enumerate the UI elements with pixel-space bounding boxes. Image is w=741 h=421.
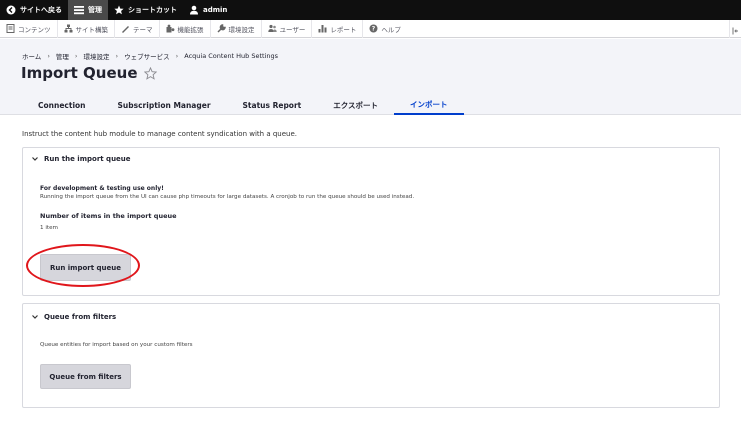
breadcrumb-content-hub-settings[interactable]: Acquia Content Hub Settings xyxy=(184,52,278,60)
menu-item-label: ヘルプ xyxy=(381,25,401,34)
chevron-down-icon xyxy=(31,155,39,163)
structure-icon xyxy=(64,24,73,33)
menu-item-reports[interactable]: レポート xyxy=(312,19,364,38)
highlight-ellipse xyxy=(26,244,140,287)
back-to-site-label: サイトへ戻る xyxy=(20,6,62,14)
breadcrumb-config[interactable]: 環境設定 xyxy=(84,51,110,61)
menu-item-content[interactable]: コンテンツ xyxy=(0,19,58,38)
shortcut-star-icon[interactable] xyxy=(143,66,157,80)
shortcuts-label: ショートカット xyxy=(128,6,177,14)
menu-item-label: 環境設定 xyxy=(228,25,255,34)
menu-item-label: コンテンツ xyxy=(18,25,51,34)
tab-export[interactable]: エクスポート xyxy=(317,95,394,115)
breadcrumb-web-services[interactable]: ウェブサービス xyxy=(124,51,170,61)
appearance-icon xyxy=(121,24,130,33)
queue-from-filters-panel-header[interactable]: Queue from filters xyxy=(23,304,719,330)
menu-item-help[interactable]: ? ヘルプ xyxy=(363,20,407,38)
queue-count-value: 1 item xyxy=(40,225,58,231)
menu-item-label: ユーザー xyxy=(279,25,306,34)
tab-connection[interactable]: Connection xyxy=(22,95,102,115)
hamburger-icon xyxy=(74,5,84,15)
menu-item-appearance[interactable]: テーマ xyxy=(115,19,160,38)
import-queue-panel-header[interactable]: Run the import queue xyxy=(23,148,719,170)
queue-count-label: Number of items in the import queue xyxy=(40,212,177,220)
user-name: admin xyxy=(203,6,228,14)
manage-tray-toggle[interactable]: 管理 xyxy=(68,0,108,20)
breadcrumb-separator: › xyxy=(47,52,50,60)
manage-label: 管理 xyxy=(88,6,102,14)
people-icon xyxy=(267,24,277,33)
back-to-site-link[interactable]: サイトへ戻る xyxy=(0,0,68,20)
queue-filters-description: Queue entities for import based on your … xyxy=(40,342,193,348)
queue-from-filters-panel: Queue from filters Queue entities for im… xyxy=(22,303,720,408)
svg-text:?: ? xyxy=(372,26,376,33)
content-icon xyxy=(6,24,15,33)
collapse-icon xyxy=(732,20,739,39)
menu-item-people[interactable]: ユーザー xyxy=(262,19,313,38)
page-title: Import Queue xyxy=(21,64,138,82)
menu-item-structure[interactable]: サイト構築 xyxy=(58,19,115,38)
page-title-row: Import Queue xyxy=(21,64,157,82)
menu-item-label: レポート xyxy=(330,25,357,34)
reports-icon xyxy=(318,24,327,33)
breadcrumb-home[interactable]: ホーム xyxy=(22,51,41,61)
dev-warning-title: For development & testing use only! xyxy=(40,185,164,192)
shortcuts-tray-toggle[interactable]: ショートカット xyxy=(108,0,183,20)
star-icon xyxy=(114,5,124,15)
page-intro-text: Instruct the content hub module to manag… xyxy=(22,130,297,138)
back-arrow-icon xyxy=(6,5,16,15)
menu-item-config[interactable]: 環境設定 xyxy=(211,19,262,38)
primary-tabs: Connection Subscription Manager Status R… xyxy=(22,95,464,115)
menu-item-label: テーマ xyxy=(133,25,153,34)
breadcrumb-separator: › xyxy=(175,52,179,60)
tab-status-report[interactable]: Status Report xyxy=(227,95,318,115)
admin-toolbar: サイトへ戻る 管理 ショートカット admin xyxy=(0,0,741,20)
page-header: ホーム › 管理 › 環境設定 › ウェブサービス › Acquia Conte… xyxy=(0,39,741,115)
breadcrumb: ホーム › 管理 › 環境設定 › ウェブサービス › Acquia Conte… xyxy=(22,51,278,61)
tab-import[interactable]: インポート xyxy=(394,95,464,115)
breadcrumb-separator: › xyxy=(115,52,119,60)
breadcrumb-admin[interactable]: 管理 xyxy=(56,51,69,61)
breadcrumb-separator: › xyxy=(74,52,78,60)
tab-subscription-manager[interactable]: Subscription Manager xyxy=(102,95,227,115)
extend-icon xyxy=(166,24,175,33)
queue-from-filters-button[interactable]: Queue from filters xyxy=(40,364,131,389)
user-icon xyxy=(189,5,199,15)
config-icon xyxy=(216,24,226,33)
menu-item-label: サイト構築 xyxy=(75,25,109,34)
import-queue-panel-title: Run the import queue xyxy=(44,155,131,163)
dev-warning-text: Running the import queue from the UI can… xyxy=(40,194,415,200)
menu-item-label: 機能拡張 xyxy=(177,25,204,34)
chevron-down-icon xyxy=(31,313,39,321)
menu-item-extend[interactable]: 機能拡張 xyxy=(160,19,211,38)
toolbar-orientation-toggle[interactable] xyxy=(729,20,741,38)
user-tray-toggle[interactable]: admin xyxy=(183,0,233,20)
help-icon: ? xyxy=(369,24,378,33)
queue-from-filters-panel-title: Queue from filters xyxy=(44,313,117,321)
admin-menu-bar: コンテンツ サイト構築 テーマ 機能拡張 環境設定 ユーザー レポート ? ヘル… xyxy=(0,19,741,38)
